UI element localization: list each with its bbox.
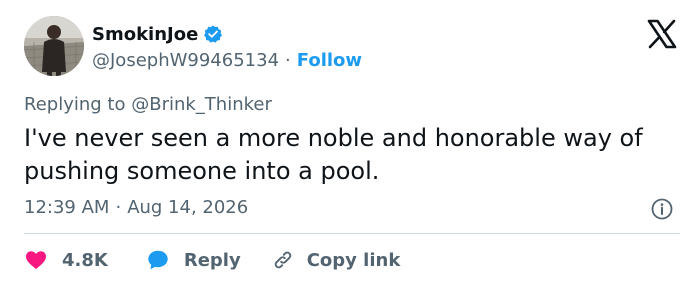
reply-button[interactable]: Reply xyxy=(146,248,241,272)
tweet-card: SmokinJoe @JosephW99465134 · Follow Repl… xyxy=(0,0,700,287)
heart-icon xyxy=(24,248,48,272)
x-logo-icon[interactable] xyxy=(646,18,678,50)
replying-to-line: Replying to @Brink_Thinker xyxy=(24,94,272,115)
tweet-time[interactable]: 12:39 AM xyxy=(24,197,109,218)
tweet-text: I've never seen a more noble and honorab… xyxy=(24,124,643,185)
follow-button[interactable]: Follow xyxy=(297,50,362,71)
author-handle[interactable]: @JosephW99465134 xyxy=(92,50,279,71)
avatar[interactable] xyxy=(24,16,84,76)
action-bar: 4.8K Reply Copy link xyxy=(24,246,400,274)
reply-label: Reply xyxy=(183,249,241,271)
info-icon[interactable] xyxy=(651,198,673,220)
tweet-timestamp[interactable]: 12:39 AM · Aug 14, 2026 xyxy=(24,197,248,218)
copy-link-label: Copy link xyxy=(306,249,401,271)
like-button[interactable]: 4.8K xyxy=(24,248,108,272)
handle-separator: · xyxy=(285,49,291,71)
author-handle-row: @JosephW99465134 · Follow xyxy=(92,48,362,72)
author-name-row: SmokinJoe xyxy=(92,22,223,46)
verified-badge-icon xyxy=(203,24,223,44)
tweet-date[interactable]: Aug 14, 2026 xyxy=(127,197,248,218)
replying-to-prefix: Replying to xyxy=(24,94,126,115)
copy-link-button[interactable]: Copy link xyxy=(271,248,401,272)
speech-bubble-icon xyxy=(146,248,170,272)
timestamp-separator: · xyxy=(115,197,122,218)
replying-to-mention[interactable]: @Brink_Thinker xyxy=(131,94,272,115)
author-display-name[interactable]: SmokinJoe xyxy=(92,24,198,45)
link-icon xyxy=(271,248,295,272)
likes-count: 4.8K xyxy=(62,249,108,271)
divider xyxy=(24,233,680,234)
